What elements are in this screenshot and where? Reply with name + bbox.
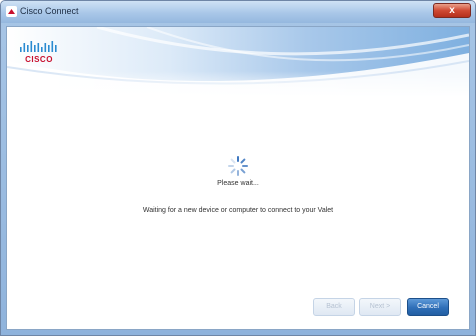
cisco-app-icon <box>6 6 17 17</box>
svg-text:CISCO: CISCO <box>25 55 53 64</box>
next-button[interactable]: Next > <box>359 298 401 316</box>
status-area: Please wait... <box>7 155 469 187</box>
title-bar[interactable]: Cisco Connect x <box>1 1 475 23</box>
header-wave-banner <box>7 27 469 97</box>
loading-spinner-icon <box>228 156 248 176</box>
please-wait-label: Please wait... <box>217 180 259 187</box>
main-panel: CISCO Please wait... Waiting for a new d… <box>6 26 470 330</box>
back-button[interactable]: Back <box>313 298 355 316</box>
waiting-message: Waiting for a new device or computer to … <box>142 207 334 214</box>
cancel-button[interactable]: Cancel <box>407 298 449 316</box>
app-window: Cisco Connect x CISCO Please wait... Wai… <box>0 0 476 336</box>
close-button[interactable]: x <box>433 3 471 18</box>
cisco-logo: CISCO <box>20 41 57 64</box>
window-title: Cisco Connect <box>20 6 79 16</box>
